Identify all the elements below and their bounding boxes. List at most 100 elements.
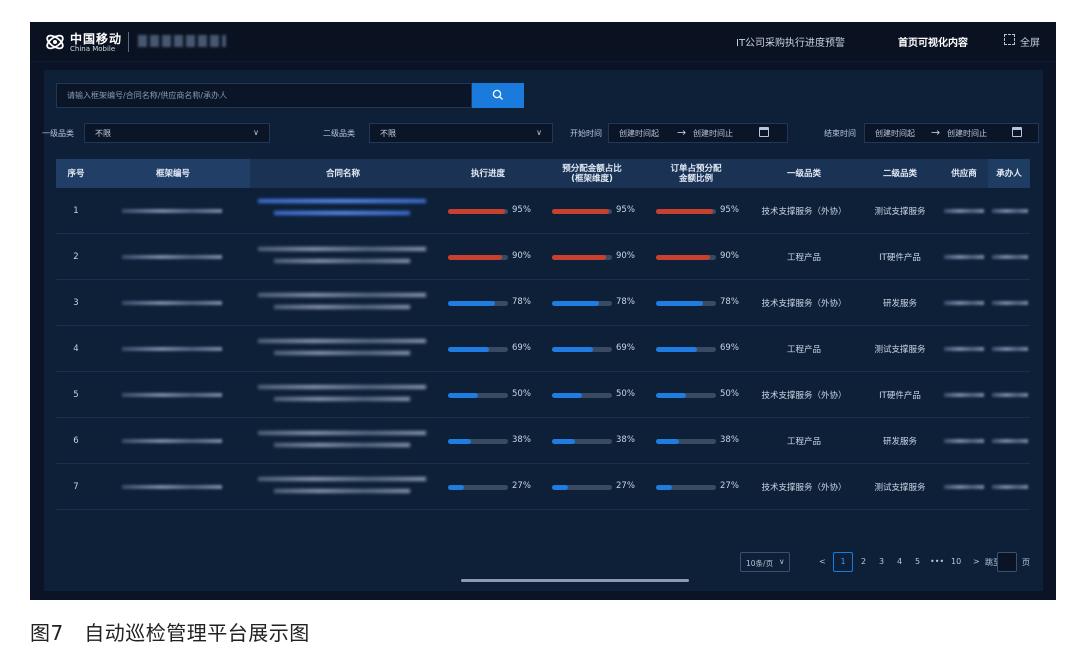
progress-track — [656, 393, 716, 398]
progress-track — [656, 301, 716, 306]
horizontal-scrollbar[interactable] — [461, 579, 689, 582]
category2-select[interactable]: 不限 ∨ — [369, 123, 553, 143]
category2-cell: 测试支撑服务 — [874, 345, 926, 355]
handler-redacted — [990, 234, 1030, 280]
prealloc-progress-value: 78% — [616, 297, 635, 307]
order-progress-bar: 69% — [656, 343, 744, 355]
brand-name-en: China Mobile — [70, 45, 116, 53]
progress-fill — [448, 209, 505, 214]
progress-track — [552, 209, 612, 214]
contract-name-redacted[interactable] — [250, 372, 436, 418]
exec-progress-value: 90% — [512, 251, 531, 261]
category1-cell: 技术支撑服务（外协） — [761, 483, 847, 493]
progress-fill — [448, 393, 478, 398]
progress-track — [656, 347, 716, 352]
table-row[interactable]: 5 50% 50% 50% 技术支撑服务（外协） IT硬件产品 — [56, 372, 1030, 418]
col-index: 序号 — [56, 159, 96, 188]
page-size-select[interactable]: 10条/页 ∨ — [740, 552, 790, 572]
order-progress-bar: 95% — [656, 205, 744, 217]
exec-progress-value: 69% — [512, 343, 531, 353]
end-range-from[interactable]: 创建时间起 — [875, 128, 915, 139]
table-row[interactable]: 3 78% 78% 78% 技术支撑服务（外协） 研发服务 — [56, 280, 1030, 326]
search-input[interactable] — [56, 83, 472, 108]
order-progress-value: 78% — [720, 297, 739, 307]
prealloc-progress-bar: 69% — [552, 343, 640, 355]
fullscreen-icon[interactable] — [1004, 34, 1015, 45]
page-5-button[interactable]: 5 — [915, 557, 920, 566]
progress-fill — [448, 255, 502, 260]
order-progress-bar: 38% — [656, 435, 744, 447]
nav-home-visualization[interactable]: 首页可视化内容 — [898, 34, 968, 49]
ellipsis-icon[interactable]: ••• — [930, 557, 944, 566]
category1-select[interactable]: 不限 ∨ — [84, 123, 270, 143]
progress-fill — [552, 485, 569, 490]
search-button[interactable] — [472, 83, 524, 108]
category2-cell: IT硬件产品 — [879, 253, 921, 263]
prealloc-progress-value: 27% — [616, 481, 635, 491]
contract-name-redacted[interactable] — [250, 418, 436, 464]
calendar-icon[interactable] — [759, 127, 769, 137]
order-progress-bar: 27% — [656, 481, 744, 493]
prev-page-button[interactable]: < — [819, 557, 826, 566]
contract-name-redacted[interactable] — [250, 188, 436, 234]
order-progress-value: 38% — [720, 435, 739, 445]
progress-track — [656, 485, 716, 490]
col-prealloc-ratio: 预分配金额占比 (框架维度) — [562, 163, 622, 184]
page-size-value: 10条/页 — [746, 559, 774, 568]
row-index: 2 — [73, 252, 79, 262]
table-row[interactable]: 6 38% 38% 38% 工程产品 研发服务 — [56, 418, 1030, 464]
table-row[interactable]: 2 90% 90% 90% 工程产品 IT硬件产品 — [56, 234, 1030, 280]
main-panel: 一级品类 不限 ∨ 二级品类 不限 ∨ 开始时间 创建时间起 → 创建时间止 结… — [42, 70, 1043, 591]
progress-track — [448, 301, 508, 306]
end-time-range[interactable]: 创建时间起 → 创建时间止 — [864, 123, 1039, 143]
progress-track — [656, 209, 716, 214]
start-time-range[interactable]: 创建时间起 → 创建时间止 — [608, 123, 788, 143]
prealloc-progress-value: 69% — [616, 343, 635, 353]
progress-track — [552, 347, 612, 352]
contract-name-redacted[interactable] — [250, 280, 436, 326]
exec-progress-value: 27% — [512, 481, 531, 491]
handler-redacted — [990, 326, 1030, 372]
jump-page-input[interactable] — [997, 552, 1017, 572]
progress-fill — [656, 209, 713, 214]
pagination: 10条/页 ∨ < 1 2 3 4 5 ••• 10 > 跳至 页 — [30, 552, 1056, 574]
framework-no-redacted — [102, 188, 242, 234]
category2-label: 二级品类 — [323, 129, 355, 138]
col-category1: 一级品类 — [786, 168, 821, 179]
page-4-button[interactable]: 4 — [897, 557, 902, 566]
prealloc-progress-value: 38% — [616, 435, 635, 445]
col-category2: 二级品类 — [882, 168, 917, 179]
start-range-from[interactable]: 创建时间起 — [619, 128, 659, 139]
page-10-button[interactable]: 10 — [951, 557, 961, 566]
calendar-icon[interactable] — [1012, 127, 1022, 137]
progress-fill — [552, 347, 594, 352]
fullscreen-button[interactable]: 全屏 — [1020, 34, 1040, 49]
nav-procurement-warning[interactable]: IT公司采购执行进度预警 — [736, 34, 845, 49]
page-2-button[interactable]: 2 — [861, 557, 866, 566]
contract-name-redacted[interactable] — [250, 234, 436, 280]
start-range-to[interactable]: 创建时间止 — [693, 128, 733, 139]
category2-cell: 测试支撑服务 — [874, 483, 926, 493]
progress-fill — [448, 439, 471, 444]
page-1-button[interactable]: 1 — [833, 552, 853, 572]
progress-track — [656, 255, 716, 260]
table-row[interactable]: 1 95% 95% 95% 技术支撑服务（外协） 测试支撑服务 — [56, 188, 1030, 234]
chevron-down-icon: ∨ — [253, 128, 259, 137]
next-page-button[interactable]: > — [973, 557, 980, 566]
supplier-redacted — [944, 326, 984, 372]
table-row[interactable]: 7 27% 27% 27% 技术支撑服务（外协） 测试支撑服务 — [56, 464, 1030, 510]
supplier-redacted — [944, 234, 984, 280]
row-index: 5 — [73, 390, 79, 400]
progress-track — [552, 393, 612, 398]
prealloc-progress-bar: 50% — [552, 389, 640, 401]
contract-name-redacted[interactable] — [250, 326, 436, 372]
exec-progress-value: 38% — [512, 435, 531, 445]
table-row[interactable]: 4 69% 69% 69% 工程产品 测试支撑服务 — [56, 326, 1030, 372]
order-progress-value: 69% — [720, 343, 739, 353]
page-3-button[interactable]: 3 — [879, 557, 884, 566]
end-range-to[interactable]: 创建时间止 — [947, 128, 987, 139]
handler-redacted — [990, 372, 1030, 418]
contract-name-redacted[interactable] — [250, 464, 436, 510]
prealloc-progress-value: 90% — [616, 251, 635, 261]
progress-fill — [552, 439, 575, 444]
